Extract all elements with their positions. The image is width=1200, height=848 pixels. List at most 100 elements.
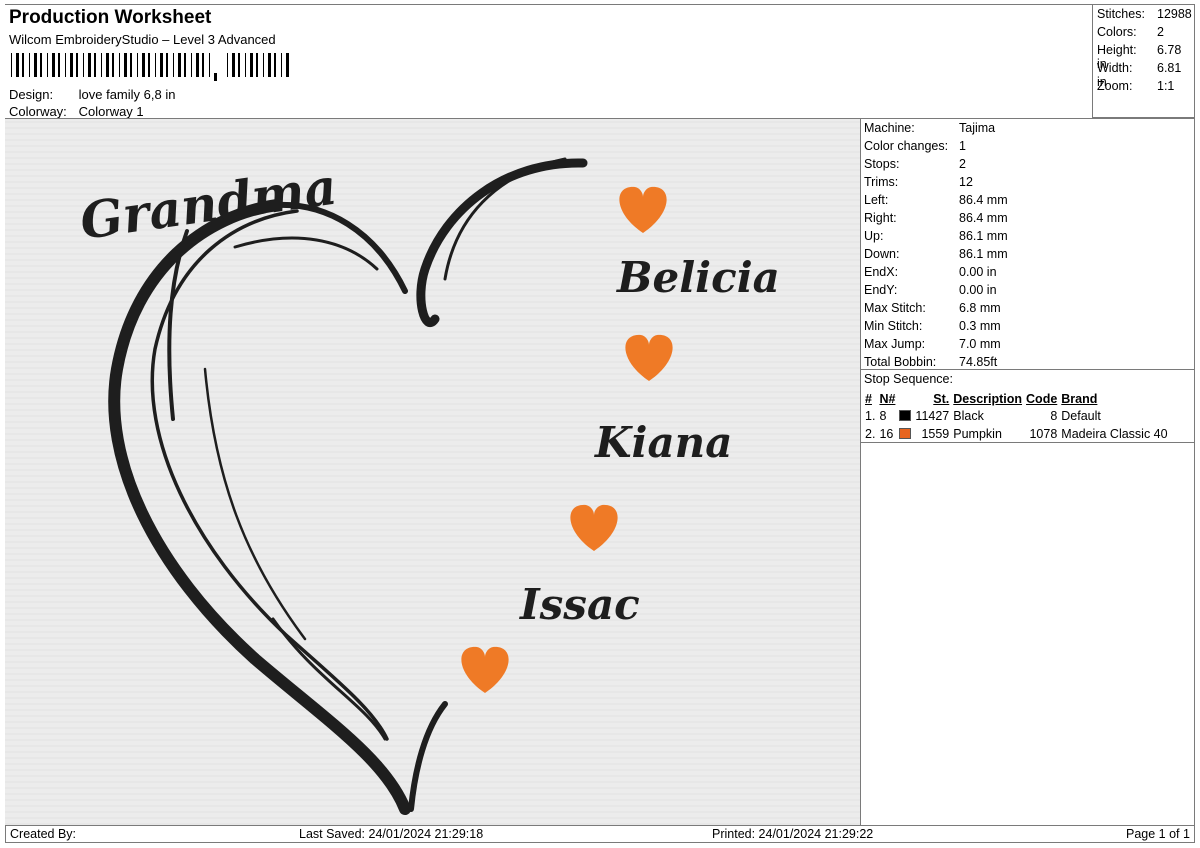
barcode-bar [263,53,264,77]
info-label: Trims: [864,175,899,189]
machine-info-row: Machine: Tajima [864,121,995,135]
barcode-bar [16,53,19,77]
info-label: Max Jump: [864,337,926,351]
machine-info-row: Min Stitch: 0.3 mm [864,319,1001,333]
barcode-bar [227,53,228,77]
stat-zoom: Zoom: 1:1 [1097,79,1175,93]
barcode-bar [155,53,156,77]
barcode-bar [245,53,246,77]
colorway-label: Colorway: [9,104,67,119]
barcode-bar [83,53,84,77]
embroidery-artwork: Grandma Belicia Kiana Issac [5,119,860,825]
barcode-bar [52,53,55,77]
info-label: Total Bobbin: [864,355,937,369]
info-value: 86.4 mm [959,193,1008,207]
info-value: 6.8 mm [959,301,1001,315]
col-index: # [865,391,872,406]
info-value: 74.85ft [959,355,998,369]
barcode-bar [281,53,282,77]
info-value: 0.00 in [959,283,997,297]
col-needle: N# [879,391,896,406]
stats-panel: Stitches: 12988 Colors: 2 Height: 6.78 in W… [1092,5,1195,118]
machine-info-row: Total Bobbin: 74.85ft [864,355,997,369]
info-label: Color changes: [864,139,949,153]
machine-info-row: Stops: 2 [864,157,966,171]
info-label: EndX: [864,265,899,279]
name-belicia: Belicia [616,253,780,302]
info-label: Machine: [864,121,915,135]
barcode-bar [29,53,30,77]
barcode-bar [196,53,199,77]
barcode-bar [65,53,66,77]
barcode-bar [124,53,127,77]
barcode-bar [34,53,37,77]
colorway-value: Colorway 1 [78,104,144,119]
info-label: Stops: [864,157,900,171]
col-swatch [897,390,913,407]
name-kiana: Kiana [594,418,732,467]
barcode-bar [191,53,192,77]
barcode-bar [238,53,240,77]
colorway-row: Colorway: Colorway 1 [9,104,144,119]
barcode-bar [250,53,253,77]
barcode-bar [112,53,114,77]
stop-sequence-bottom-divider [861,442,1195,443]
barcode-bar [142,53,145,77]
info-label: Left: [864,193,889,207]
barcode-bar [70,53,73,77]
barcode-bar [286,53,289,77]
barcode-bar [88,53,91,77]
design-label: Design: [9,87,54,102]
table-row: 1. 8 11427 Black 8 Default [865,409,1101,423]
machine-info-row: EndX: 0.00 in [864,265,997,279]
info-label: Right: [864,211,897,225]
page-number: Page 1 of 1 [1126,827,1190,841]
barcode-bar [268,53,271,77]
table-row: 2. 16 1559 Pumpkin 1078 Madeira Classic … [865,427,1168,441]
barcode-bar [160,53,163,77]
barcode-bar [11,53,12,77]
stat-stitches: Stitches: 12988 [1097,7,1192,21]
col-code: Code [1026,391,1058,406]
barcode-bar [184,53,186,77]
machine-info-panel: Machine: Tajima Color changes: 1 Stops: 2 Trim… [861,119,1195,825]
worksheet-header: Production Worksheet Wilcom EmbroiderySt… [5,5,1092,119]
machine-info-row: Up: 86.1 mm [864,229,1008,243]
machine-info-row: Max Jump: 7.0 mm [864,337,1001,351]
last-saved: Last Saved: 24/01/2024 21:29:18 [299,827,484,841]
stop-sequence-divider [861,369,1195,370]
stop-sequence-table: # N# St. Description Code Brand 1. 8 114… [863,390,1170,443]
design-value: love family 6,8 in [78,87,176,102]
worksheet-title: Production Worksheet [9,7,212,28]
info-label: Max Stitch: [864,301,926,315]
info-label: EndY: [864,283,898,297]
stop-sequence-header: # N# St. Description Code Brand [863,390,1170,407]
col-description: Description [953,391,1023,406]
barcode [11,53,289,81]
barcode-bar [178,53,181,77]
barcode-bar [173,53,174,77]
barcode-bar [256,53,258,77]
machine-info-row: Down: 86.1 mm [864,247,1008,261]
barcode-bar [137,53,138,77]
barcode-bar [40,53,42,77]
info-value: 0.00 in [959,265,997,279]
barcode-bar [106,53,109,77]
machine-info-row: EndY: 0.00 in [864,283,997,297]
stat-colors: Colors: 2 [1097,25,1164,39]
stop-sequence-title: Stop Sequence: [864,372,953,386]
info-value: 86.4 mm [959,211,1008,225]
info-value: Tajima [959,121,996,135]
info-value: 1 [959,139,966,153]
info-value: 7.0 mm [959,337,1001,351]
info-value: 86.1 mm [959,247,1008,261]
machine-info-row: Max Stitch: 6.8 mm [864,301,1001,315]
info-label: Min Stitch: [864,319,923,333]
info-value: 12 [959,175,973,189]
barcode-bar [22,53,24,77]
design-preview: Grandma Belicia Kiana Issac [5,119,861,825]
barcode-bar [47,53,48,77]
worksheet-footer: Created By: Last Saved: 24/01/2024 21:29… [5,825,1195,843]
machine-info-row: Color changes: 1 [864,139,966,153]
barcode-bar [166,53,168,77]
